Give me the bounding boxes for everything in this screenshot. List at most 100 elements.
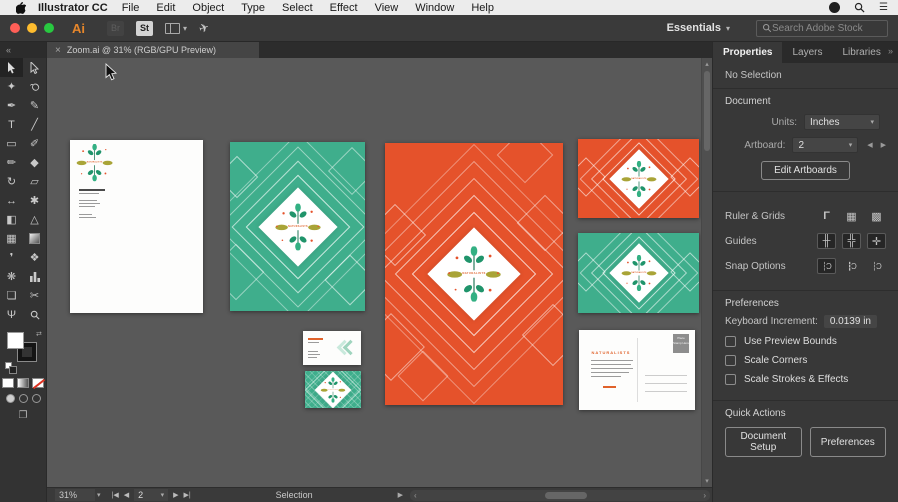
rotate-tool[interactable]: ↻: [0, 172, 23, 191]
puppet-warp-tool[interactable]: ✱: [23, 191, 46, 210]
spotlight-search-icon[interactable]: [854, 2, 865, 13]
search-input[interactable]: [772, 22, 882, 34]
document-tab[interactable]: × Zoom.ai @ 31% (RGB/GPU Preview): [47, 42, 259, 58]
keyboard-increment-field[interactable]: 0.0139 in: [823, 315, 877, 328]
workspace-switcher[interactable]: Essentials: [667, 22, 721, 34]
artboard-dropdown[interactable]: 2 ▾: [792, 137, 859, 153]
menu-select[interactable]: Select: [282, 2, 313, 14]
lasso-tool[interactable]: Q: [23, 77, 46, 96]
first-artboard-icon[interactable]: |◀: [112, 491, 119, 499]
symbol-sprayer-tool[interactable]: ❋: [0, 267, 23, 286]
status-indicator[interactable]: Selection: [191, 490, 398, 500]
scroll-down-icon[interactable]: ▾: [702, 477, 712, 485]
selection-tool[interactable]: [0, 58, 23, 77]
rulers-icon[interactable]: Γ: [817, 208, 836, 224]
width-tool[interactable]: ↔: [0, 191, 23, 210]
close-document-icon[interactable]: ×: [55, 45, 61, 56]
show-guides-icon[interactable]: ╫: [817, 233, 836, 249]
creative-cloud-icon[interactable]: [829, 2, 841, 13]
menu-edit[interactable]: Edit: [156, 2, 175, 14]
color-mode-button[interactable]: [2, 378, 14, 388]
line-segment-tool[interactable]: ╱: [23, 115, 46, 134]
last-artboard-icon[interactable]: ▶|: [184, 491, 191, 499]
pen-tool[interactable]: ✒: [0, 96, 23, 115]
scroll-left-icon[interactable]: ‹: [414, 491, 417, 500]
gradient-mode-button[interactable]: [17, 378, 29, 388]
adobe-stock-search[interactable]: [756, 19, 888, 37]
close-window-button[interactable]: [10, 23, 20, 33]
snap-to-grid-icon[interactable]: ┇Ɔ: [842, 258, 861, 274]
change-screen-mode-icon[interactable]: ❐: [0, 410, 46, 421]
menu-type[interactable]: Type: [241, 2, 265, 14]
bridge-button[interactable]: Br: [107, 20, 124, 36]
previous-artboard-icon[interactable]: ◀: [124, 491, 129, 499]
menu-app-name[interactable]: Illustrator CC: [38, 2, 108, 14]
menu-help[interactable]: Help: [471, 2, 494, 14]
hand-tool[interactable]: Ψ: [0, 305, 23, 324]
horizontal-scroll-thumb[interactable]: [545, 491, 587, 499]
menu-view[interactable]: View: [375, 2, 399, 14]
draw-behind-button[interactable]: [18, 394, 28, 403]
scale-tool[interactable]: ▱: [23, 172, 46, 191]
snap-to-point-icon[interactable]: ┆Ɔ: [817, 258, 836, 274]
gradient-tool[interactable]: [23, 229, 46, 248]
draw-inside-button[interactable]: [31, 394, 41, 403]
swap-fill-stroke-icon[interactable]: ⇄: [36, 330, 42, 338]
vertical-scrollbar[interactable]: ▴ ▾: [701, 58, 712, 487]
share-icon[interactable]: ✈: [197, 20, 211, 37]
canvas[interactable]: NATURALISTS NATURALISTS NATURALISTS NATU…: [47, 58, 712, 487]
zoom-tool[interactable]: [23, 305, 46, 324]
zoom-dropdown-icon[interactable]: ▾: [97, 491, 101, 499]
curvature-tool[interactable]: ✎: [23, 96, 46, 115]
zoom-level-box[interactable]: 31%: [55, 489, 95, 501]
vertical-scroll-thumb[interactable]: [704, 71, 710, 151]
scale-strokes-effects-checkbox[interactable]: [725, 374, 736, 385]
next-artboard-icon[interactable]: ▶: [173, 491, 178, 499]
blend-tool[interactable]: ❖: [23, 248, 46, 267]
tab-layers[interactable]: Layers: [782, 42, 832, 63]
edit-artboards-button[interactable]: Edit Artboards: [761, 161, 850, 180]
previous-artboard-arrow-icon[interactable]: ◀: [867, 141, 872, 149]
scroll-right-icon[interactable]: ›: [703, 491, 706, 500]
artboard-tool[interactable]: ❏: [0, 286, 23, 305]
menu-object[interactable]: Object: [192, 2, 224, 14]
default-fill-stroke-icon[interactable]: [5, 362, 17, 374]
tab-properties[interactable]: Properties: [713, 42, 783, 63]
eyedropper-tool[interactable]: ❜: [0, 248, 23, 267]
apple-menu-icon[interactable]: [16, 1, 26, 14]
menu-effect[interactable]: Effect: [330, 2, 358, 14]
panel-collapse-icon[interactable]: »: [888, 46, 893, 56]
scroll-up-icon[interactable]: ▴: [702, 60, 712, 68]
none-mode-button[interactable]: [32, 378, 44, 388]
arrange-documents-icon[interactable]: [165, 22, 180, 34]
menu-file[interactable]: File: [122, 2, 140, 14]
tab-libraries[interactable]: Libraries: [832, 42, 890, 63]
arrange-documents-chevron-icon[interactable]: ▾: [183, 24, 187, 33]
status-flyout-icon[interactable]: ▶: [398, 491, 403, 499]
artboard-number-box[interactable]: 2 ▾: [134, 489, 169, 501]
menu-window[interactable]: Window: [415, 2, 454, 14]
notification-center-icon[interactable]: ☰: [879, 2, 888, 13]
preferences-button[interactable]: Preferences: [809, 427, 886, 457]
scale-corners-checkbox[interactable]: [725, 355, 736, 366]
type-tool[interactable]: T: [0, 115, 23, 134]
smart-guides-icon[interactable]: ✛: [867, 233, 886, 249]
document-setup-button[interactable]: Document Setup: [725, 427, 802, 457]
grid-icon[interactable]: ▦: [842, 208, 861, 224]
lock-guides-icon[interactable]: ╬: [842, 233, 861, 249]
stock-button[interactable]: St: [136, 20, 153, 36]
use-preview-bounds-checkbox[interactable]: [725, 336, 736, 347]
horizontal-scrollbar[interactable]: ‹ ›: [410, 489, 710, 501]
slice-tool[interactable]: ✂: [23, 286, 46, 305]
zoom-window-button[interactable]: [44, 23, 54, 33]
shape-builder-tool[interactable]: ◧: [0, 210, 23, 229]
magic-wand-tool[interactable]: ✦: [0, 77, 23, 96]
column-graph-tool[interactable]: [23, 267, 46, 286]
paintbrush-tool[interactable]: ✐: [23, 134, 46, 153]
snap-to-pixel-icon[interactable]: ┆Ɔ: [867, 258, 886, 274]
rectangle-tool[interactable]: ▭: [0, 134, 23, 153]
perspective-grid-tool[interactable]: △: [23, 210, 46, 229]
collapse-tools-icon[interactable]: «: [6, 45, 11, 55]
next-artboard-arrow-icon[interactable]: ▶: [881, 141, 886, 149]
fill-swatch[interactable]: [7, 332, 24, 349]
